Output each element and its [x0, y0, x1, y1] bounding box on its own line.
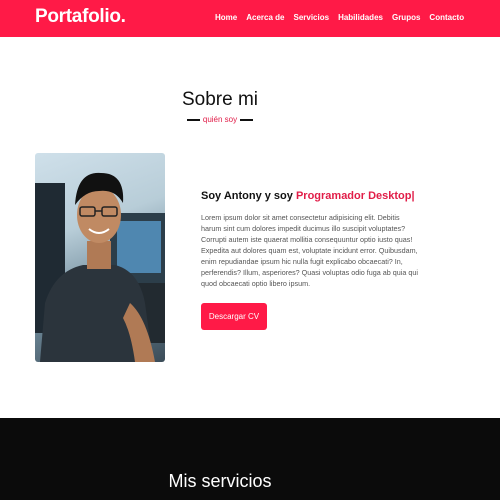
about-content: Soy Antony y soy Programador Desktop| Lo…: [201, 190, 419, 289]
about-subtitle: quién soy: [202, 115, 238, 124]
profile-photo-illustration: [35, 172, 165, 362]
divider-left: [186, 118, 200, 121]
nav-item-grupos[interactable]: Grupos: [392, 13, 420, 22]
nav-item-habilidades[interactable]: Habilidades: [338, 13, 383, 22]
nav-item-home[interactable]: Home: [215, 13, 237, 22]
download-cv-button[interactable]: Descargar CV: [201, 303, 267, 330]
logo[interactable]: Portafolio.: [35, 6, 126, 28]
about-title: Sobre mi: [181, 89, 259, 110]
navbar: Portafolio. Home Acerca de Servicios Hab…: [0, 0, 500, 37]
profile-photo: [35, 153, 165, 362]
intro-role: Programador Desktop|: [295, 190, 415, 202]
services-section: Mis servicios: [0, 418, 500, 500]
nav-menu: Home Acerca de Servicios Habilidades Gru…: [215, 13, 473, 22]
divider-right: [240, 118, 254, 121]
nav-item-acerca-de[interactable]: Acerca de: [246, 13, 284, 22]
nav-item-contacto[interactable]: Contacto: [429, 13, 464, 22]
services-title: Mis servicios: [168, 471, 272, 491]
nav-item-servicios[interactable]: Servicios: [293, 13, 329, 22]
intro-heading: Soy Antony y soy Programador Desktop|: [201, 190, 419, 202]
about-description: Lorem ipsum dolor sit amet consectetur a…: [201, 213, 418, 288]
about-subtitle-row: quién soy: [0, 115, 440, 124]
intro-prefix: Soy Antony y soy: [201, 190, 296, 202]
